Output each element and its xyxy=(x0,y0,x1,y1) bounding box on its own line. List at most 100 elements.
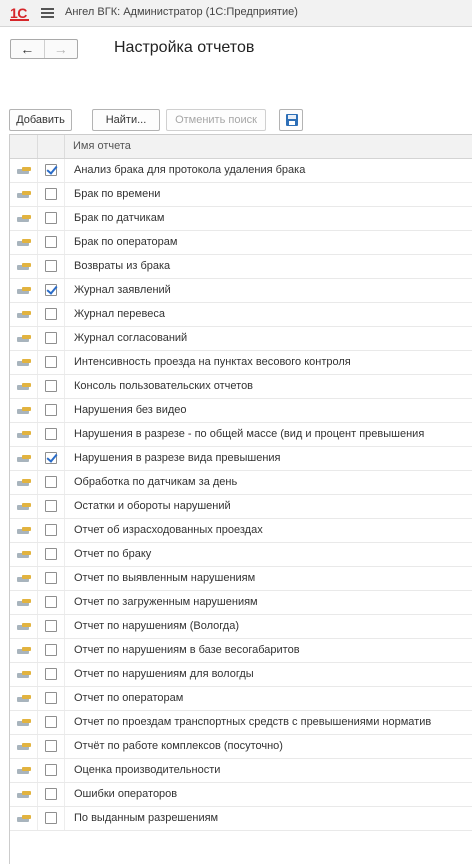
table-row[interactable]: Отчет по проездам транспортных средств с… xyxy=(10,711,472,735)
table-row[interactable]: Журнал согласований xyxy=(10,327,472,351)
report-checkbox[interactable] xyxy=(45,764,57,776)
report-icon-cell xyxy=(10,375,38,398)
report-checkbox-cell[interactable] xyxy=(38,519,65,542)
table-row[interactable]: Журнал перевеса xyxy=(10,303,472,327)
table-row[interactable]: Брак по датчикам xyxy=(10,207,472,231)
report-checkbox-cell[interactable] xyxy=(38,255,65,278)
report-checkbox[interactable] xyxy=(45,548,57,560)
table-row[interactable]: Нарушения без видео xyxy=(10,399,472,423)
report-checkbox-cell[interactable] xyxy=(38,543,65,566)
table-row[interactable]: Отчет по операторам xyxy=(10,687,472,711)
arrow-right-icon: → xyxy=(53,41,68,57)
table-row[interactable]: Отчет по нарушениям (Вологда) xyxy=(10,615,472,639)
report-checkbox[interactable] xyxy=(45,620,57,632)
report-checkbox[interactable] xyxy=(45,644,57,656)
report-checkbox-cell[interactable] xyxy=(38,351,65,374)
report-checkbox[interactable] xyxy=(45,524,57,536)
report-checkbox-cell[interactable] xyxy=(38,639,65,662)
report-checkbox-cell[interactable] xyxy=(38,279,65,302)
table-row[interactable]: Отчёт по работе комплексов (посуточно) xyxy=(10,735,472,759)
report-checkbox-cell[interactable] xyxy=(38,471,65,494)
report-checkbox[interactable] xyxy=(45,476,57,488)
report-checkbox-cell[interactable] xyxy=(38,687,65,710)
report-icon xyxy=(17,527,32,535)
report-checkbox-cell[interactable] xyxy=(38,303,65,326)
table-row[interactable]: Отчет об израсходованных проездах xyxy=(10,519,472,543)
report-checkbox[interactable] xyxy=(45,283,58,296)
report-checkbox-cell[interactable] xyxy=(38,495,65,518)
table-row[interactable]: Анализ брака для протокола удаления брак… xyxy=(10,159,472,183)
report-checkbox[interactable] xyxy=(45,332,57,344)
report-checkbox[interactable] xyxy=(45,356,57,368)
report-checkbox-cell[interactable] xyxy=(38,207,65,230)
report-checkbox[interactable] xyxy=(45,236,57,248)
report-checkbox[interactable] xyxy=(45,308,57,320)
report-checkbox[interactable] xyxy=(45,404,57,416)
table-row[interactable]: Отчет по нарушениям в базе весогабаритов xyxy=(10,639,472,663)
report-checkbox-cell[interactable] xyxy=(38,591,65,614)
table-row[interactable]: Оценка производительности xyxy=(10,759,472,783)
report-checkbox-cell[interactable] xyxy=(38,783,65,806)
report-checkbox[interactable] xyxy=(45,788,57,800)
back-button[interactable]: ← xyxy=(11,40,44,58)
report-icon-cell xyxy=(10,303,38,326)
report-checkbox[interactable] xyxy=(45,188,57,200)
report-checkbox[interactable] xyxy=(45,163,58,176)
report-checkbox[interactable] xyxy=(45,380,57,392)
table-row[interactable]: Отчет по загруженным нарушениям xyxy=(10,591,472,615)
report-checkbox[interactable] xyxy=(45,668,57,680)
report-checkbox-cell[interactable] xyxy=(38,159,65,182)
table-row[interactable]: Отчет по нарушениям для вологды xyxy=(10,663,472,687)
table-row[interactable]: Нарушения в разрезе вида превышения xyxy=(10,447,472,471)
main-menu-icon[interactable] xyxy=(41,6,54,19)
report-checkbox-cell[interactable] xyxy=(38,567,65,590)
report-checkbox-cell[interactable] xyxy=(38,759,65,782)
report-checkbox-cell[interactable] xyxy=(38,663,65,686)
report-checkbox[interactable] xyxy=(45,572,57,584)
table-row[interactable]: Обработка по датчикам за день xyxy=(10,471,472,495)
table-row[interactable]: Консоль пользовательских отчетов xyxy=(10,375,472,399)
table-row[interactable]: Отчет по выявленным нарушениям xyxy=(10,567,472,591)
report-name: Журнал заявлений xyxy=(74,284,171,296)
header-report-name[interactable]: Имя отчета xyxy=(65,135,472,158)
report-checkbox[interactable] xyxy=(45,692,57,704)
report-name: Отчет по нарушениям (Вологда) xyxy=(74,620,239,632)
table-row[interactable]: Журнал заявлений xyxy=(10,279,472,303)
report-checkbox-cell[interactable] xyxy=(38,615,65,638)
report-checkbox-cell[interactable] xyxy=(38,183,65,206)
table-row[interactable]: Ошибки операторов xyxy=(10,783,472,807)
report-checkbox-cell[interactable] xyxy=(38,399,65,422)
report-checkbox-cell[interactable] xyxy=(38,711,65,734)
report-checkbox[interactable] xyxy=(45,212,57,224)
report-checkbox[interactable] xyxy=(45,260,57,272)
report-checkbox[interactable] xyxy=(45,716,57,728)
report-checkbox-cell[interactable] xyxy=(38,735,65,758)
table-row[interactable]: Остатки и обороты нарушений xyxy=(10,495,472,519)
report-checkbox-cell[interactable] xyxy=(38,375,65,398)
report-icon xyxy=(17,335,32,343)
table-row[interactable]: Брак по времени xyxy=(10,183,472,207)
add-button[interactable]: Добавить xyxy=(9,109,72,131)
report-icon xyxy=(17,431,32,439)
report-checkbox[interactable] xyxy=(45,451,58,464)
find-button[interactable]: Найти... xyxy=(92,109,160,131)
forward-button[interactable]: → xyxy=(43,40,78,58)
report-checkbox-cell[interactable] xyxy=(38,231,65,254)
table-row[interactable]: Брак по операторам xyxy=(10,231,472,255)
table-row[interactable]: Возвраты из брака xyxy=(10,255,472,279)
table-row[interactable]: По выданным разрешениям xyxy=(10,807,472,831)
report-checkbox-cell[interactable] xyxy=(38,447,65,470)
table-row[interactable]: Отчет по браку xyxy=(10,543,472,567)
report-checkbox[interactable] xyxy=(45,500,57,512)
report-checkbox-cell[interactable] xyxy=(38,327,65,350)
report-checkbox[interactable] xyxy=(45,740,57,752)
report-checkbox[interactable] xyxy=(45,428,57,440)
table-row[interactable]: Нарушения в разрезе - по общей массе (ви… xyxy=(10,423,472,447)
report-checkbox[interactable] xyxy=(45,596,57,608)
report-checkbox-cell[interactable] xyxy=(38,423,65,446)
table-row[interactable]: Интенсивность проезда на пунктах весовог… xyxy=(10,351,472,375)
report-checkbox-cell[interactable] xyxy=(38,807,65,830)
cancel-search-button[interactable]: Отменить поиск xyxy=(166,109,266,131)
report-checkbox[interactable] xyxy=(45,812,57,824)
save-button[interactable] xyxy=(279,109,303,131)
